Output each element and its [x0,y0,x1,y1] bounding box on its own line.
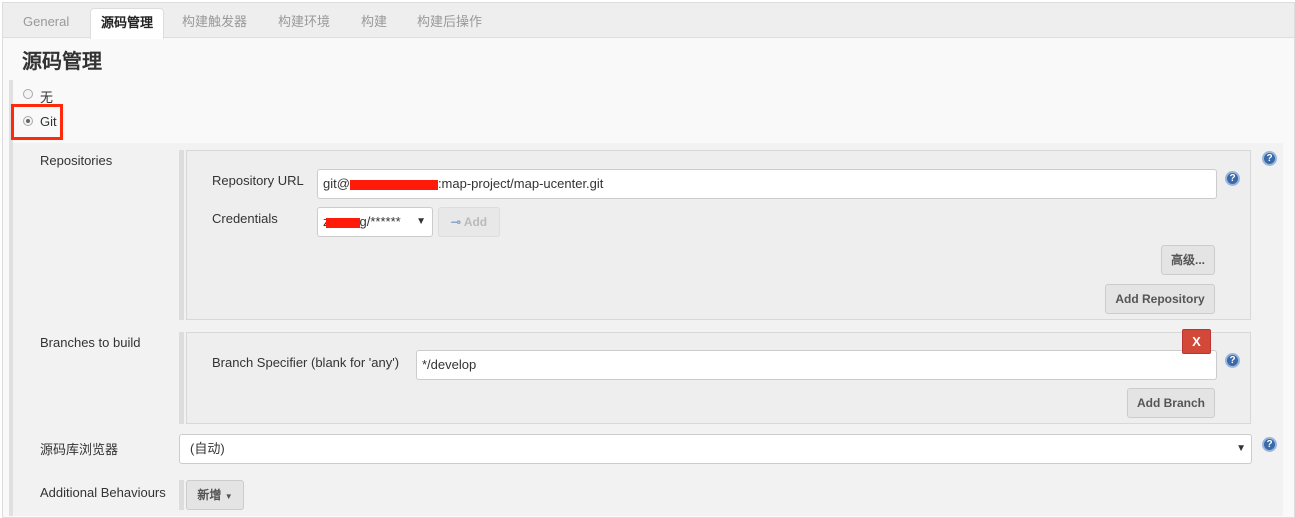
repository-url-label: Repository URL [212,173,304,188]
behaviours-label: Additional Behaviours [40,485,166,500]
repo-browser-select[interactable]: (自动) ▼ [179,434,1252,464]
add-behaviour-button[interactable]: 新增 ▼ [186,480,244,510]
behaviours-bar [179,480,184,510]
help-icon[interactable]: ? [1262,151,1277,166]
radio-none[interactable] [23,89,33,99]
help-icon[interactable]: ? [1225,171,1240,186]
branch-specifier-input[interactable]: */develop [416,350,1217,380]
add-label: Add [463,215,488,229]
repositories-bar [179,150,184,320]
tab-bar: General 源码管理 构建触发器 构建环境 构建 构建后操作 [3,3,1294,39]
highlight-box [11,104,63,140]
tab-build[interactable]: 构建 [351,8,397,38]
repo-browser-value: (自动) [190,441,225,456]
tab-scm[interactable]: 源码管理 [90,8,165,39]
tab-environment[interactable]: 构建环境 [268,8,340,38]
key-icon: ⊸ [450,215,464,229]
redaction [349,179,438,190]
credentials-suffix: g/****** [359,214,401,229]
branches-label: Branches to build [40,335,141,350]
repo-browser-label: 源码库浏览器 [40,442,119,457]
help-icon[interactable]: ? [1262,437,1277,452]
branch-specifier-label: Branch Specifier (blank for 'any') [212,355,400,370]
tab-general[interactable]: General [13,8,79,38]
caret-down-icon: ▼ [224,492,233,501]
tab-triggers[interactable]: 构建触发器 [172,8,257,38]
delete-branch-button[interactable]: X [1182,329,1211,354]
page-title: 源码管理 [22,51,102,73]
tab-post-build[interactable]: 构建后操作 [407,8,492,38]
chevron-down-icon: ▼ [1236,443,1246,454]
add-credentials-button[interactable]: ⊸ Add [438,207,500,237]
url-suffix: :map-project/map-ucenter.git [437,176,604,191]
branches-bar [179,332,184,424]
add-repository-button[interactable]: Add Repository [1105,284,1215,314]
chevron-down-icon: ▼ [416,216,426,227]
advanced-button[interactable]: 高级... [1161,245,1215,275]
repository-url-input[interactable]: git@ :map-project/map-ucenter.git [317,169,1217,199]
add-behaviour-label: 新增 [197,488,222,502]
credentials-select[interactable]: zg/******▼ [317,207,433,237]
help-icon[interactable]: ? [1225,353,1240,368]
credentials-label: Credentials [212,211,278,226]
add-branch-button[interactable]: Add Branch [1127,388,1215,418]
redaction [325,217,360,228]
repositories-label: Repositories [40,153,113,168]
url-prefix: git@ [323,176,350,191]
